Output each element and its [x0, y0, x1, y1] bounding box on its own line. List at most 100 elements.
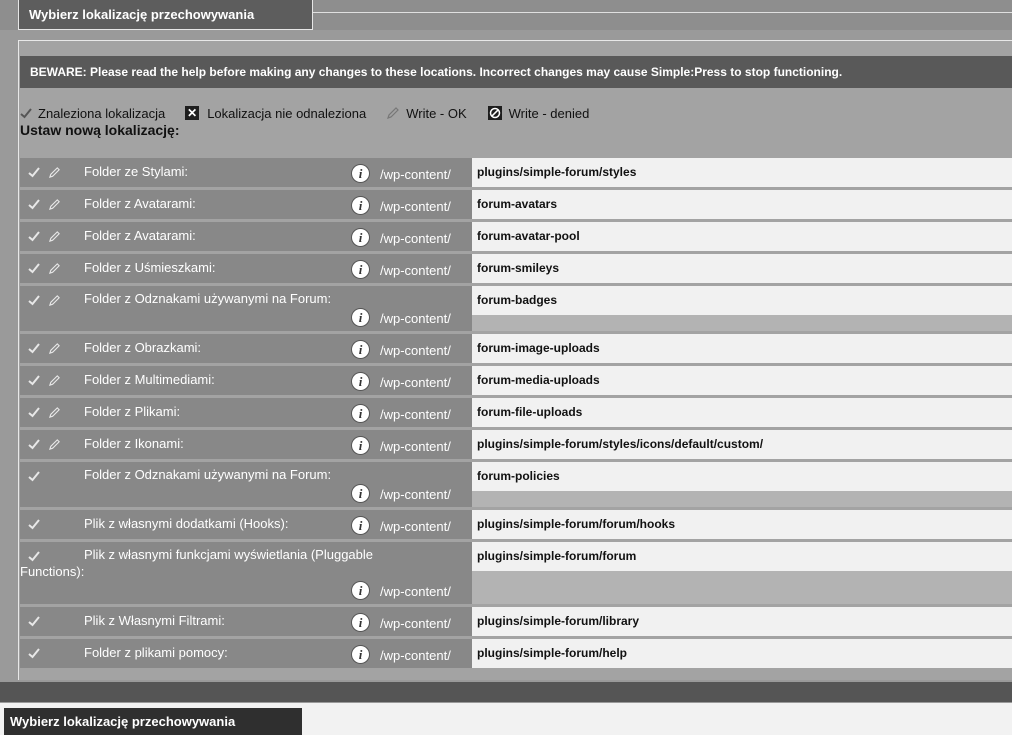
location-row: Folder z Ikonami: i/wp-content/plugins/si… [20, 430, 1012, 459]
location-row: Folder z Odznakami używanymi na Forum: i /… [20, 286, 1012, 331]
check-icon [28, 199, 40, 210]
location-row: Folder z Avatarami: i/wp-content/forum-av… [20, 190, 1012, 219]
info-icon[interactable]: i [352, 646, 369, 663]
location-path-input[interactable]: forum-badges [472, 286, 1012, 315]
info-icon[interactable]: i [352, 341, 369, 358]
location-label: Folder z Odznakami używanymi na Forum: [84, 467, 332, 482]
panel-title-tab-bottom[interactable]: Wybierz lokalizację przechowywania [4, 708, 302, 735]
location-row: Plik z własnymi dodatkami (Hooks): i/wp-c… [20, 510, 1012, 539]
legend-not-found-label: Lokalizacja nie odnaleziona [207, 105, 367, 121]
info-icon[interactable]: i [352, 229, 369, 246]
check-icon [28, 648, 40, 659]
panel-tabbar: Wybierz lokalizację przechowywania [0, 0, 1012, 30]
location-row: Folder ze Stylami: i/wp-content/plugins/s… [20, 158, 1012, 187]
location-path-input[interactable]: forum-file-uploads [472, 398, 1012, 427]
info-icon[interactable]: i [352, 405, 369, 422]
info-icon[interactable]: i [352, 197, 369, 214]
location-label-cell: Plik z Własnymi Filtrami: i/wp-content/ [20, 607, 472, 636]
location-value-cell: forum-media-uploads [472, 366, 1012, 395]
location-value-cell: forum-badges [472, 286, 1012, 331]
location-label-cell: Folder z Uśmieszkami: i/wp-content/ [20, 254, 472, 283]
info-icon[interactable]: i [352, 165, 369, 182]
location-path-input[interactable]: plugins/simple-forum/help [472, 639, 1012, 668]
location-label: Folder z Avatarami: [84, 228, 196, 243]
info-icon[interactable]: i [352, 614, 369, 631]
path-prefix: /wp-content/ [380, 167, 451, 182]
location-path-input[interactable]: plugins/simple-forum/forum/hooks [472, 510, 1012, 539]
path-prefix: /wp-content/ [380, 375, 451, 390]
location-value-cell: plugins/simple-forum/styles/icons/defaul… [472, 430, 1012, 459]
location-row: Folder z plikami pomocy: i/wp-content/plu… [20, 639, 1012, 668]
path-prefix: /wp-content/ [380, 343, 451, 358]
info-icon[interactable]: i [352, 517, 369, 534]
check-icon [20, 108, 32, 119]
pencil-icon [387, 107, 400, 119]
location-path-input[interactable]: forum-policies [472, 462, 1012, 491]
location-path-input[interactable]: plugins/simple-forum/forum [472, 542, 1012, 571]
pencil-icon [48, 231, 60, 243]
location-label: Folder z Avatarami: [84, 196, 196, 211]
location-label-cell: Folder z Multimediami: i/wp-content/ [20, 366, 472, 395]
path-prefix: /wp-content/ [380, 616, 451, 631]
info-icon[interactable]: i [352, 261, 369, 278]
location-label-cell: Folder z Odznakami używanymi na Forum: i /… [20, 286, 472, 331]
cross-icon: ✕ [185, 106, 200, 120]
legend-write-denied: Write - denied [487, 105, 590, 121]
path-prefix: /wp-content/ [380, 231, 451, 246]
info-icon[interactable]: i [352, 309, 369, 326]
location-row: Folder z Plikami: i/wp-content/forum-file… [20, 398, 1012, 427]
location-value-cell: forum-avatar-pool [472, 222, 1012, 251]
check-icon [28, 519, 40, 530]
location-label: Plik z własnymi funkcjami wyświetlania (… [20, 547, 373, 579]
section-heading: Ustaw nową lokalizację: [20, 122, 180, 138]
location-value-cell: forum-avatars [472, 190, 1012, 219]
path-prefix: /wp-content/ [380, 487, 451, 502]
path-prefix: /wp-content/ [380, 199, 451, 214]
info-icon[interactable]: i [352, 485, 369, 502]
location-row: Folder z Avatarami: i/wp-content/forum-av… [20, 222, 1012, 251]
location-label-cell: Folder z Odznakami używanymi na Forum: i /… [20, 462, 472, 507]
legend-write-denied-label: Write - denied [508, 105, 590, 121]
location-label-cell: Folder z plikami pomocy: i/wp-content/ [20, 639, 472, 668]
path-prefix: /wp-content/ [380, 439, 451, 454]
path-prefix: /wp-content/ [380, 311, 451, 326]
check-icon [28, 616, 40, 627]
pencil-icon [48, 407, 60, 419]
check-icon [28, 263, 40, 274]
legend-found: Znaleziona lokalizacja [20, 106, 165, 121]
location-label-cell: Folder z Ikonami: i/wp-content/ [20, 430, 472, 459]
check-icon [28, 231, 40, 242]
tabbar-divider [313, 12, 1012, 13]
location-label-cell: Folder z Plikami: i/wp-content/ [20, 398, 472, 427]
location-label: Folder z Obrazkami: [84, 340, 202, 355]
location-path-input[interactable]: forum-image-uploads [472, 334, 1012, 363]
location-value-cell: plugins/simple-forum/forum/hooks [472, 510, 1012, 539]
location-path-input[interactable]: plugins/simple-forum/styles/icons/defaul… [472, 430, 1012, 459]
check-icon [28, 167, 40, 178]
location-path-input[interactable]: forum-media-uploads [472, 366, 1012, 395]
location-label-cell: Plik z własnymi dodatkami (Hooks): i/wp-c… [20, 510, 472, 539]
location-label: Folder ze Stylami: [84, 164, 189, 179]
legend-not-found: ✕ Lokalizacja nie odnaleziona [185, 106, 366, 121]
legend-write-ok-label: Write - OK [406, 105, 467, 121]
location-path-input[interactable]: forum-smileys [472, 254, 1012, 283]
location-path-input[interactable]: plugins/simple-forum/library [472, 607, 1012, 636]
path-prefix: /wp-content/ [380, 263, 451, 278]
location-label-cell: Folder z Avatarami: i/wp-content/ [20, 190, 472, 219]
info-icon[interactable]: i [352, 437, 369, 454]
location-path-input[interactable]: forum-avatar-pool [472, 222, 1012, 251]
info-icon[interactable]: i [352, 582, 369, 599]
location-label: Folder z Plikami: [84, 404, 181, 419]
warning-banner: BEWARE: Please read the help before maki… [20, 56, 1012, 88]
location-value-cell: plugins/simple-forum/styles [472, 158, 1012, 187]
location-path-input[interactable]: plugins/simple-forum/styles [472, 158, 1012, 187]
location-value-cell: forum-policies [472, 462, 1012, 507]
check-icon [28, 375, 40, 386]
info-icon[interactable]: i [352, 373, 369, 390]
location-row: Plik z własnymi funkcjami wyświetlania (… [20, 542, 1012, 604]
location-value-cell: plugins/simple-forum/help [472, 639, 1012, 668]
location-label: Folder z Multimediami: [84, 372, 215, 387]
panel-title-tab[interactable]: Wybierz lokalizację przechowywania [18, 0, 313, 30]
location-label-cell: Plik z własnymi funkcjami wyświetlania (… [20, 542, 472, 604]
location-path-input[interactable]: forum-avatars [472, 190, 1012, 219]
